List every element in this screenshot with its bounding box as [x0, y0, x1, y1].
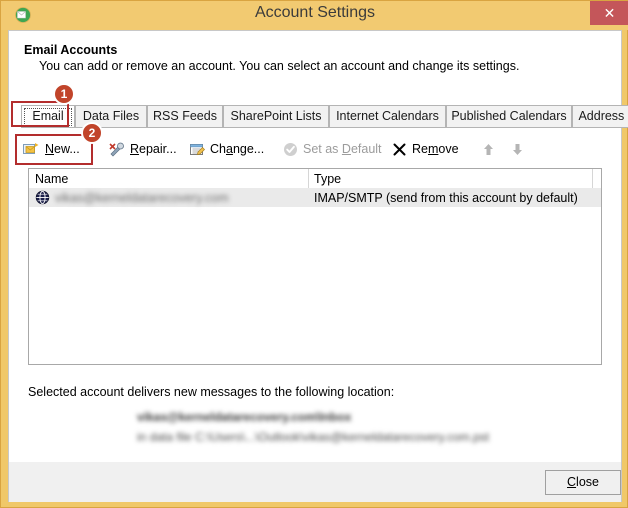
- column-divider-right[interactable]: [592, 169, 593, 188]
- column-divider[interactable]: [308, 169, 309, 188]
- arrow-down-icon: [510, 142, 525, 157]
- window-title: Account Settings: [254, 4, 376, 21]
- repair-button[interactable]: Repair...: [109, 136, 177, 162]
- close-button[interactable]: Close: [545, 470, 621, 495]
- tab-rss-feeds[interactable]: RSS Feeds: [147, 105, 223, 128]
- set-as-default-button-label: Set as Default: [303, 142, 382, 156]
- repair-wrench-icon: [109, 142, 125, 157]
- tab-label: RSS Feeds: [153, 109, 217, 123]
- list-header: Name Type: [29, 169, 601, 189]
- account-name: vikas@kerneldatarecovery.com: [55, 191, 229, 205]
- remove-button-label: Remove: [412, 142, 459, 156]
- annotation-badge-1: 1: [53, 83, 75, 105]
- close-button-label-rest: lose: [576, 475, 599, 489]
- tab-label: Internet Calendars: [336, 109, 439, 123]
- dialog-footer: Close: [9, 462, 621, 502]
- new-button-label: New...: [45, 142, 80, 156]
- column-header-type[interactable]: Type: [314, 172, 341, 186]
- move-down-button[interactable]: [510, 136, 525, 162]
- content-panel: Email Accounts You can add or remove an …: [9, 31, 628, 462]
- tab-email[interactable]: Email: [21, 105, 75, 128]
- window-close-button[interactable]: ✕: [590, 1, 628, 25]
- toolbar-separator: [23, 164, 603, 165]
- tab-label: SharePoint Lists: [230, 109, 322, 123]
- check-circle-icon: [283, 142, 298, 157]
- tab-address-books[interactable]: Address Books: [572, 105, 628, 128]
- move-up-button[interactable]: [481, 136, 496, 162]
- account-settings-window: Account Settings ✕ Email Accounts You ca…: [0, 0, 628, 508]
- tab-strip: Email Data Files RSS Feeds SharePoint Lists…: [21, 105, 628, 128]
- accounts-toolbar: New... Repair... Change... Set as Default Re…: [23, 136, 603, 162]
- tab-sharepoint-lists[interactable]: SharePoint Lists: [223, 105, 329, 128]
- tab-internet-calendars[interactable]: Internet Calendars: [329, 105, 446, 128]
- close-button-accel: C: [567, 475, 577, 489]
- change-settings-icon: [189, 142, 205, 157]
- change-button[interactable]: Change...: [189, 136, 264, 162]
- account-type: IMAP/SMTP (send from this account by def…: [314, 191, 578, 205]
- remove-button[interactable]: Remove: [392, 136, 459, 162]
- title-bar: Account Settings ✕: [1, 1, 628, 30]
- table-row[interactable]: vikas@kerneldatarecovery.com IMAP/SMTP (…: [29, 188, 601, 207]
- tab-page-separator: [21, 127, 609, 128]
- tab-label: Email: [32, 109, 64, 123]
- tab-label: Address Books: [578, 109, 628, 123]
- change-button-label: Change...: [210, 142, 265, 156]
- tab-label: Data Files: [82, 109, 140, 123]
- arrow-up-icon: [481, 142, 496, 157]
- delivery-datafile-value: in data file C:\Users\...\Outlook\vikas@…: [137, 430, 490, 444]
- tab-published-calendars[interactable]: Published Calendars: [446, 105, 572, 128]
- set-as-default-button: Set as Default: [283, 136, 382, 162]
- annotation-badge-2: 2: [81, 122, 103, 144]
- column-header-name[interactable]: Name: [35, 172, 68, 186]
- new-button[interactable]: New...: [23, 136, 80, 162]
- new-mail-icon: [23, 142, 40, 157]
- repair-button-label: Repair...: [130, 142, 177, 156]
- delivery-location-label: Selected account delivers new messages t…: [28, 385, 395, 399]
- tab-label: Published Calendars: [451, 109, 567, 123]
- page-title: Email Accounts: [24, 43, 118, 57]
- account-globe-icon: [35, 190, 50, 205]
- page-description: You can add or remove an account. You ca…: [39, 59, 520, 73]
- close-x-icon: [392, 142, 407, 157]
- accounts-listbox[interactable]: Name Type vikas@kerneldatarecovery.com I…: [28, 168, 602, 365]
- delivery-location-value: vikas@kerneldatarecovery.com\Inbox: [137, 410, 352, 424]
